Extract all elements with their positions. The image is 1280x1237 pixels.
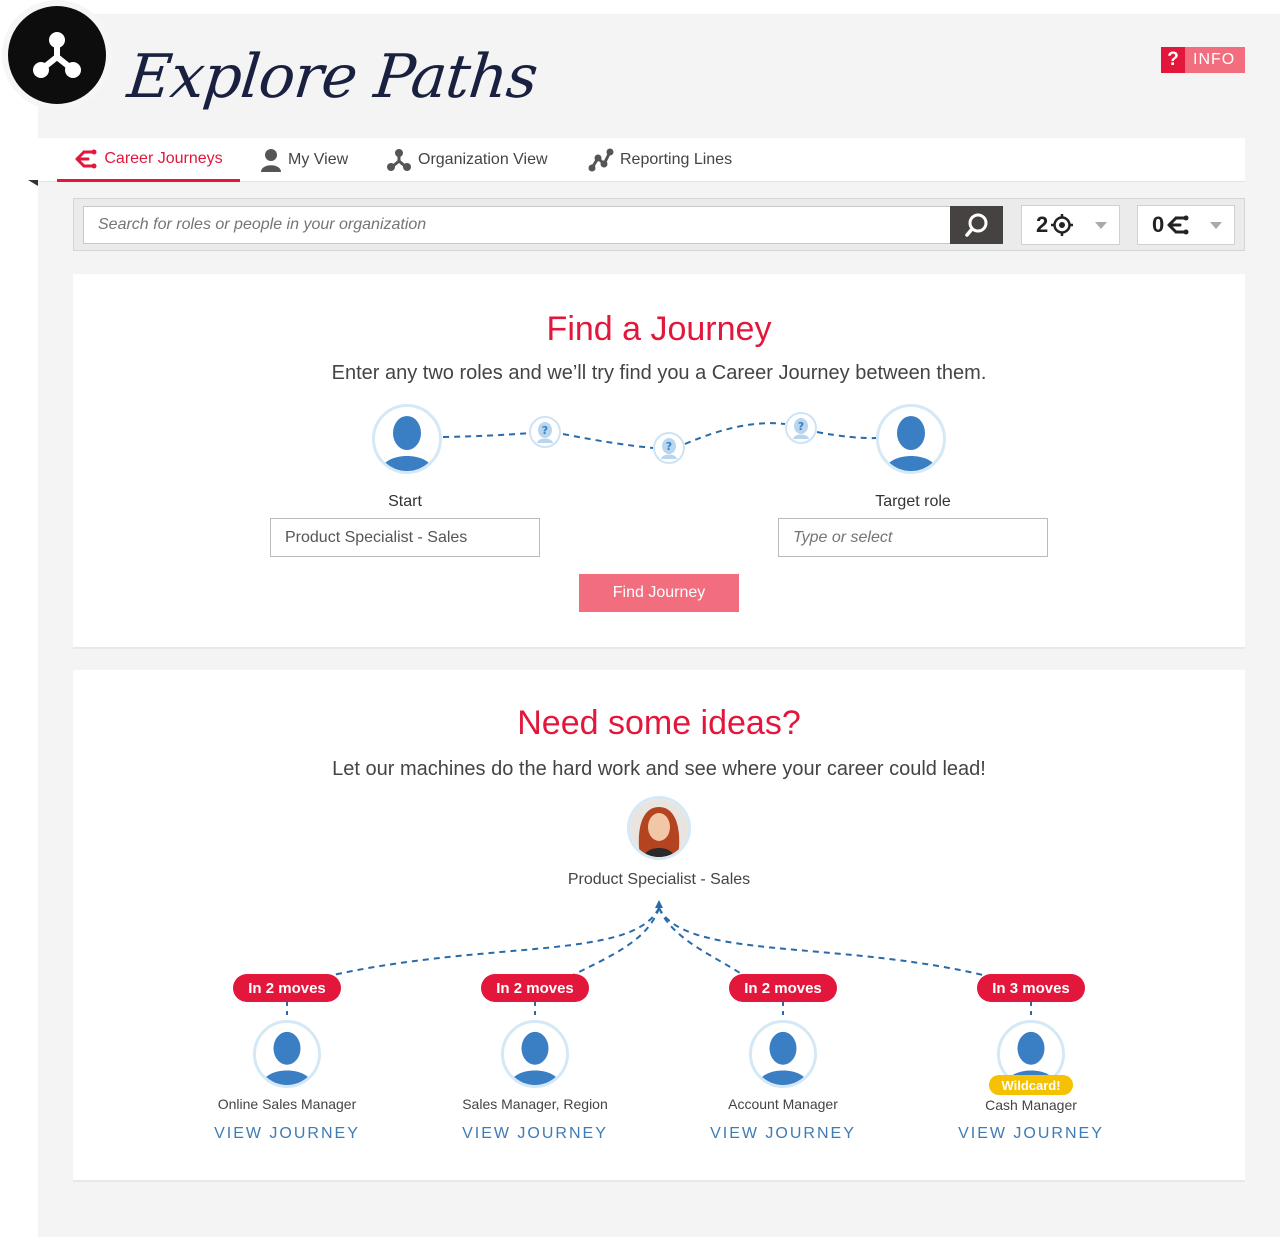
suggestion-role: Cash Manager	[985, 1097, 1077, 1113]
person-icon	[381, 416, 433, 471]
reporting-lines-icon	[588, 148, 614, 172]
start-avatar	[372, 404, 442, 474]
info-button[interactable]: ? INFO	[1161, 47, 1245, 73]
suggestion-role: Online Sales Manager	[217, 1096, 357, 1112]
person-icon	[261, 1031, 313, 1085]
unknown-step-icon: ?	[653, 432, 685, 464]
current-role-label: Product Specialist - Sales	[567, 871, 751, 888]
tab-organization-view[interactable]: Organization View	[386, 138, 548, 182]
start-role-field[interactable]	[270, 518, 540, 557]
target-role-label: Target role	[875, 493, 951, 510]
search-icon	[964, 213, 987, 237]
main-nav: Career Journeys My View Organization Vie…	[38, 138, 1245, 182]
chevron-down-icon	[1095, 222, 1107, 229]
nav-pointer	[28, 180, 38, 186]
ideas-subtitle: Let our machines do the hard work and se…	[332, 758, 986, 780]
info-label: INFO	[1193, 51, 1236, 68]
career-journeys-icon	[75, 149, 97, 168]
tab-label: Career Journeys	[104, 149, 223, 167]
target-avatar	[876, 404, 946, 474]
help-icon: ?	[1161, 47, 1185, 73]
suggestion-role: Sales Manager, Region	[462, 1096, 608, 1112]
search-button[interactable]	[950, 206, 1003, 244]
find-journey-button[interactable]: Find Journey	[579, 574, 739, 612]
profile-photo-icon	[630, 799, 688, 857]
career-journeys-icon	[1167, 215, 1189, 235]
moves-badge: In 2 moves	[481, 974, 589, 1002]
person-icon	[757, 1031, 809, 1085]
person-icon	[885, 416, 937, 471]
tab-label: Organization View	[418, 151, 548, 168]
view-journey-link[interactable]: VIEW JOURNEY	[921, 1125, 1141, 1143]
organization-icon	[387, 149, 411, 171]
ideas-title: Need some ideas?	[517, 704, 801, 742]
wildcard-badge: Wildcard!	[989, 1075, 1073, 1095]
targets-dropdown[interactable]: 2	[1021, 205, 1120, 245]
suggestion-avatar[interactable]	[501, 1020, 569, 1088]
unknown-step-icon: ?	[529, 416, 561, 448]
svg-text:?: ?	[666, 440, 672, 453]
unknown-step-icon: ?	[785, 412, 817, 444]
current-user-photo[interactable]	[627, 796, 691, 860]
suggestion-avatar[interactable]	[749, 1020, 817, 1088]
view-journey-link[interactable]: VIEW JOURNEY	[673, 1125, 893, 1143]
search-bar: 2 0	[73, 198, 1245, 251]
find-journey-card: Find a Journey Enter any two roles and w…	[73, 274, 1245, 649]
find-journey-title: Find a Journey	[546, 310, 772, 348]
person-icon	[261, 149, 281, 172]
journeys-dropdown[interactable]: 0	[1137, 205, 1235, 245]
app-title: Explore Paths	[124, 42, 541, 112]
suggestion-role: Account Manager	[728, 1096, 838, 1112]
moves-badge: In 2 moves	[233, 974, 341, 1002]
tab-label: Reporting Lines	[620, 151, 733, 168]
find-journey-subtitle: Enter any two roles and we’ll try find y…	[331, 362, 987, 384]
person-icon	[509, 1031, 561, 1085]
view-journey-link[interactable]: VIEW JOURNEY	[425, 1125, 645, 1143]
suggestion-avatar[interactable]	[253, 1020, 321, 1088]
search-input[interactable]	[83, 206, 951, 244]
svg-text:?: ?	[798, 420, 804, 433]
tab-label: My View	[288, 151, 349, 168]
ideas-card: Need some ideas? Let our machines do the…	[73, 670, 1245, 1182]
app-logo[interactable]	[8, 6, 106, 104]
tab-my-view[interactable]: My View	[260, 138, 348, 182]
target-role-field[interactable]	[778, 518, 1048, 557]
targets-count: 2	[1036, 212, 1049, 237]
network-logo-icon	[33, 32, 81, 78]
svg-text:?: ?	[542, 424, 548, 437]
journeys-count: 0	[1152, 212, 1165, 237]
moves-badge: In 2 moves	[729, 974, 837, 1002]
moves-badge: In 3 moves	[977, 974, 1085, 1002]
start-label: Start	[388, 493, 422, 510]
chevron-down-icon	[1210, 222, 1222, 229]
tab-reporting-lines[interactable]: Reporting Lines	[588, 138, 732, 182]
view-journey-link[interactable]: VIEW JOURNEY	[177, 1125, 397, 1143]
tab-career-journeys[interactable]: Career Journeys	[57, 138, 240, 182]
target-icon	[1051, 214, 1074, 236]
